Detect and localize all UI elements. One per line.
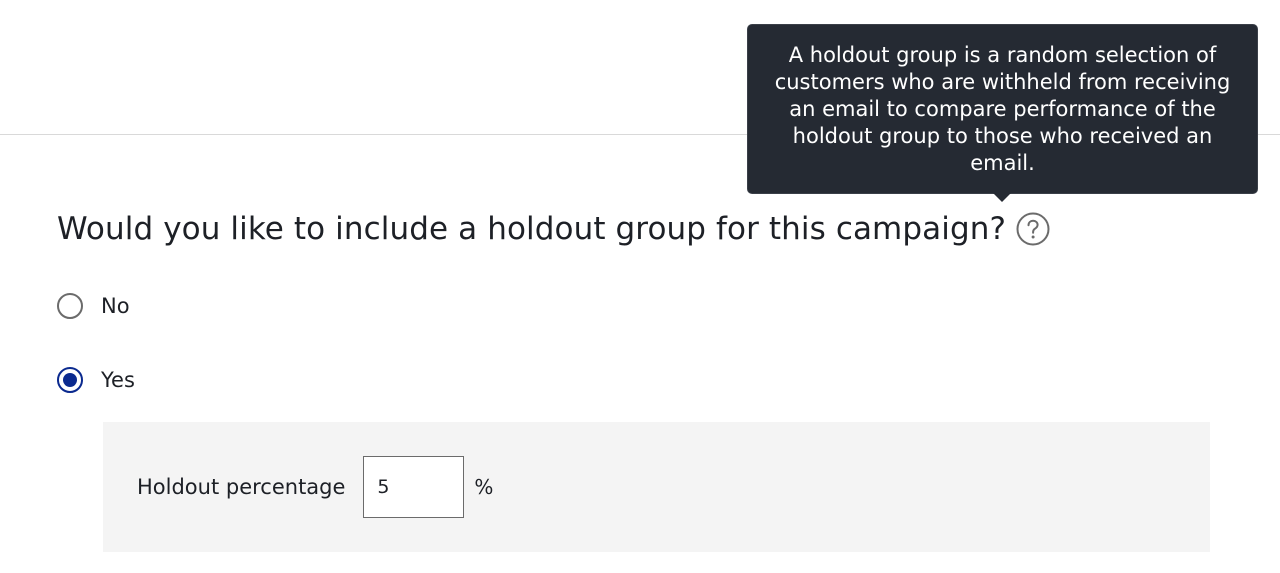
holdout-panel: Holdout percentage %: [103, 422, 1210, 552]
tooltip-text: A holdout group is a random selection of…: [774, 43, 1231, 175]
radio-yes-label: Yes: [101, 368, 135, 392]
radio-yes-circle[interactable]: [57, 367, 83, 393]
holdout-percentage-label: Holdout percentage: [137, 475, 346, 499]
radio-option-no[interactable]: No: [57, 290, 130, 322]
holdout-settings-page: A holdout group is a random selection of…: [0, 0, 1280, 573]
radio-option-yes[interactable]: Yes: [57, 364, 135, 396]
help-tooltip: A holdout group is a random selection of…: [747, 24, 1258, 194]
question-row: Would you like to include a holdout grou…: [57, 207, 1050, 251]
percent-unit: %: [474, 475, 494, 499]
holdout-percentage-input[interactable]: [363, 456, 465, 518]
radio-no-circle[interactable]: [57, 293, 83, 319]
question-heading: Would you like to include a holdout grou…: [57, 211, 1007, 247]
radio-no-label: No: [101, 294, 130, 318]
question-circle-icon[interactable]: [1016, 212, 1050, 246]
holdout-row: Holdout percentage %: [137, 456, 493, 518]
tooltip-arrow: [993, 193, 1011, 202]
radio-selected-dot: [63, 373, 77, 387]
